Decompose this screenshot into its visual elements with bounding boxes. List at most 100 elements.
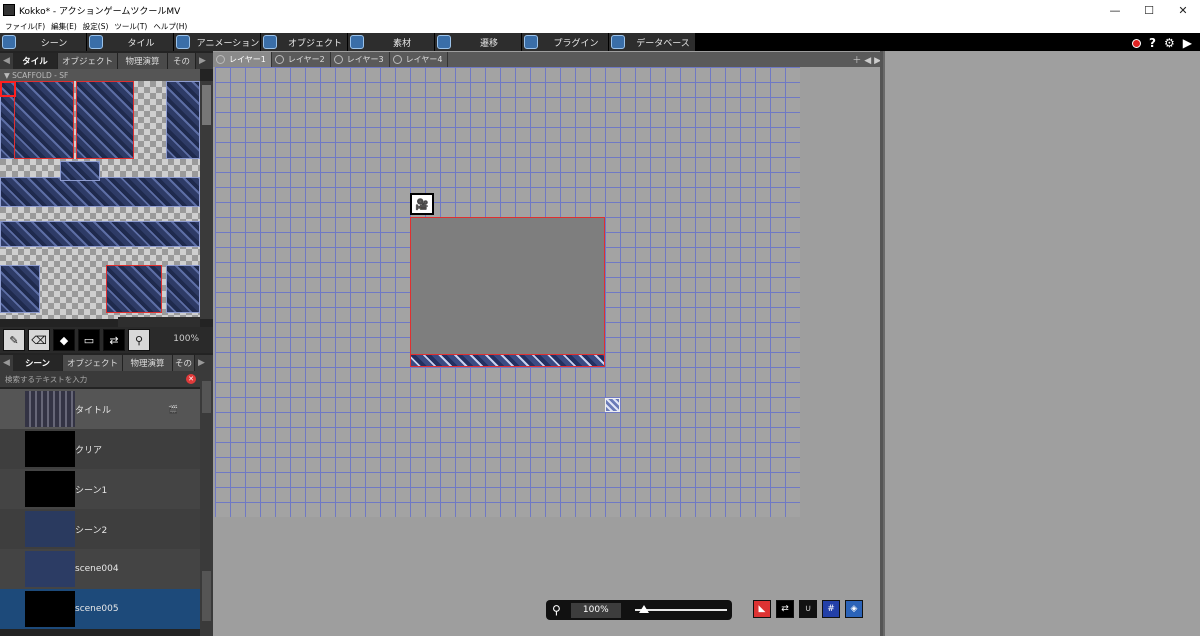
help-button[interactable]: ? xyxy=(1149,36,1156,50)
zoom-bar: ⚲ 100% xyxy=(546,600,732,620)
top-right-controls: ? ⚙ ▶ xyxy=(1132,36,1192,50)
tab-database[interactable]: データベース xyxy=(609,33,696,51)
palette-tab-physics[interactable]: 物理演算 xyxy=(118,53,168,69)
tab-object[interactable]: オブジェクト xyxy=(261,33,348,51)
palette-tab-tile[interactable]: タイル xyxy=(13,53,58,69)
camera-start-icon[interactable]: 🎥 xyxy=(410,193,434,215)
layer-tab-bar: レイヤー1 レイヤー2 レイヤー3 レイヤー4 ＋ ◀ ▶ xyxy=(213,52,883,67)
main-tab-bar: シーン タイル アニメーション オブジェクト 素材 遷移 プラグイン データベー… xyxy=(0,33,1200,51)
scene-tab-physics[interactable]: 物理演算 xyxy=(123,355,173,371)
tileset-header[interactable]: ▼ SCAFFOLD - SF xyxy=(0,69,200,81)
eye-icon[interactable] xyxy=(274,55,284,64)
app-icon xyxy=(3,4,15,16)
menu-bar: ファイル(F) 編集(E) 設定(S) ツール(T) ヘルプ(H) xyxy=(0,20,1200,33)
eye-icon[interactable] xyxy=(333,55,343,64)
scene-list: タイトル 🎬 クリア シーン1 シーン2 scene004 scene005 xyxy=(0,387,200,636)
shield-icon[interactable]: ◈ xyxy=(845,600,863,618)
object-icon xyxy=(263,35,277,49)
tab-animation[interactable]: アニメーション xyxy=(174,33,261,51)
tileset-palette[interactable] xyxy=(0,81,200,319)
palette-tab-object[interactable]: オブジェクト xyxy=(58,53,118,69)
tileset-hscrollbar[interactable] xyxy=(118,317,200,327)
menu-settings[interactable]: 設定(S) xyxy=(83,21,109,32)
scene-list-scrollbar[interactable] xyxy=(200,371,213,636)
scene-thumbnail xyxy=(25,391,75,427)
list-item[interactable]: シーン1 xyxy=(0,469,200,509)
zoom-icon: ⚲ xyxy=(552,603,561,617)
grid-icon[interactable]: # xyxy=(822,600,840,618)
scene-tab-object[interactable]: オブジェクト xyxy=(63,355,123,371)
title-bar: Kokko* - アクションゲームツクールMV — ☐ ✕ xyxy=(0,0,1200,20)
scene-thumbnail xyxy=(25,591,75,627)
material-icon xyxy=(350,35,364,49)
scene-tab-scene[interactable]: シーン xyxy=(13,355,63,371)
magnet-icon[interactable]: ∪ xyxy=(799,600,817,618)
tab-scroll-right-icon[interactable]: ▶ xyxy=(196,56,209,66)
panel-toggle-button[interactable]: ▶ xyxy=(1183,36,1192,50)
placed-tile[interactable] xyxy=(605,398,620,412)
plugin-icon xyxy=(524,35,538,49)
tab-scroll-left-icon[interactable]: ◀ xyxy=(0,56,13,66)
scene-tab-right-icon[interactable]: ▶ xyxy=(195,358,208,368)
tileset-scrollbar[interactable] xyxy=(200,81,213,319)
palette-tab-other[interactable]: その xyxy=(168,53,196,69)
record-icon[interactable] xyxy=(1132,38,1142,48)
layer-tool-icon[interactable]: ⇄ xyxy=(103,329,125,351)
window-title: Kokko* - アクションゲームツクールMV xyxy=(19,6,181,17)
transition-icon xyxy=(437,35,451,49)
scene-tab-left-icon[interactable]: ◀ xyxy=(0,358,13,368)
layer-toggle-icon[interactable]: ⇄ xyxy=(776,600,794,618)
rect-select-icon[interactable]: ▭ xyxy=(78,329,100,351)
tab-layer1[interactable]: レイヤー1 xyxy=(213,52,272,67)
tab-material[interactable]: 素材 xyxy=(348,33,435,51)
pencil-icon[interactable]: ✎ xyxy=(3,329,25,351)
list-item[interactable]: クリア xyxy=(0,429,200,469)
search-input[interactable]: 検索するテキストを入力 xyxy=(5,374,87,385)
scene-tab-other[interactable]: その xyxy=(173,355,195,371)
close-button[interactable]: ✕ xyxy=(1166,0,1200,20)
menu-tools[interactable]: ツール(T) xyxy=(114,21,147,32)
tab-scene[interactable]: シーン xyxy=(0,33,87,51)
list-item[interactable]: シーン2 xyxy=(0,509,200,549)
zoom-slider-knob[interactable] xyxy=(638,605,649,613)
scene-name: シーン1 xyxy=(75,485,108,496)
tab-layer4[interactable]: レイヤー4 xyxy=(390,52,449,67)
list-item[interactable]: scene005 xyxy=(0,589,200,629)
layer-nav-arrows-icon[interactable]: ＋ ◀ ▶ xyxy=(852,53,881,66)
right-panel xyxy=(883,51,1200,636)
eye-icon[interactable] xyxy=(216,55,225,64)
tile-icon xyxy=(89,35,103,49)
zoom-tool-icon[interactable]: ⚲ xyxy=(128,329,150,351)
animation-icon xyxy=(176,35,190,49)
eraser-icon[interactable]: ⌫ xyxy=(28,329,50,351)
tile-selection-cursor xyxy=(0,81,16,97)
menu-edit[interactable]: 編集(E) xyxy=(51,21,77,32)
maximize-button[interactable]: ☐ xyxy=(1132,0,1166,20)
palette-zoom: 100% xyxy=(173,334,199,344)
tab-tile[interactable]: タイル xyxy=(87,33,174,51)
menu-help[interactable]: ヘルプ(H) xyxy=(153,21,187,32)
search-field[interactable]: 検索するテキストを入力 ✕ xyxy=(0,371,200,387)
collision-view-icon[interactable]: ◣ xyxy=(753,600,771,618)
scene-name: scene004 xyxy=(75,564,119,574)
clear-search-icon[interactable]: ✕ xyxy=(186,374,196,384)
tab-plugin[interactable]: プラグイン xyxy=(522,33,609,51)
list-item[interactable]: scene004 xyxy=(0,549,200,589)
minimize-button[interactable]: — xyxy=(1098,0,1132,20)
list-item[interactable]: タイトル 🎬 xyxy=(0,389,200,429)
zoom-value[interactable]: 100% xyxy=(570,602,621,618)
eye-icon[interactable] xyxy=(392,55,402,64)
collapse-icon[interactable]: ▼ xyxy=(4,71,10,80)
fill-icon[interactable]: ◆ xyxy=(53,329,75,351)
zoom-slider[interactable] xyxy=(634,605,727,613)
tool-bar: ✎ ⌫ ◆ ▭ ⇄ ⚲ 100% xyxy=(0,327,213,353)
scene-icon xyxy=(2,35,16,49)
placed-tiles[interactable] xyxy=(410,354,605,367)
tab-layer2[interactable]: レイヤー2 xyxy=(272,52,331,67)
database-icon xyxy=(611,35,625,49)
camera-area[interactable] xyxy=(410,217,605,367)
tab-layer3[interactable]: レイヤー3 xyxy=(331,52,390,67)
tab-transition[interactable]: 遷移 xyxy=(435,33,522,51)
settings-button[interactable]: ⚙ xyxy=(1164,36,1175,50)
menu-file[interactable]: ファイル(F) xyxy=(5,21,45,32)
